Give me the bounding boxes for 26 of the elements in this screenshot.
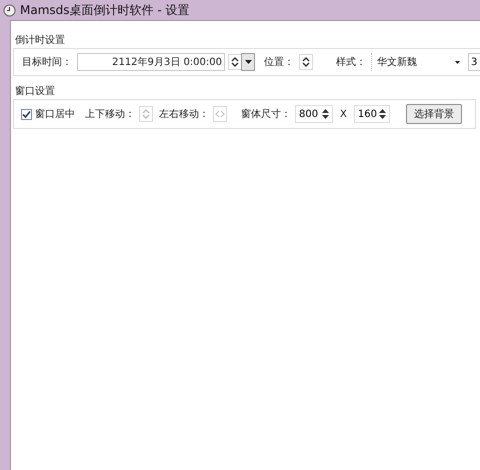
group-title: 窗口设置: [15, 84, 56, 99]
group-title: 倒计时设置: [15, 34, 66, 48]
spinner-arrows-icon[interactable]: [299, 54, 313, 70]
times-sign: X: [340, 108, 347, 122]
spinner-arrows-icon[interactable]: [378, 109, 386, 119]
dropdown-button[interactable]: [241, 53, 255, 71]
width-field[interactable]: 800: [295, 105, 333, 123]
select-background-button[interactable]: 选择背景: [406, 104, 462, 124]
size-field[interactable]: 3: [468, 53, 480, 71]
caret-icon: [244, 60, 252, 64]
field-label: 左右移动：: [159, 108, 209, 122]
field-label: 窗体尺寸：: [241, 108, 291, 122]
font-dropdown[interactable]: 华文新魏: [371, 53, 465, 71]
clock-icon: [3, 4, 16, 16]
spinner-arrows-icon[interactable]: [228, 54, 242, 70]
field-label: 位置：: [264, 56, 295, 70]
field-label: 目标时间：: [22, 56, 73, 70]
window-title: Mamsds桌面倒计时软件 - 设置: [20, 2, 190, 19]
checkbox-label: 窗口居中: [35, 108, 75, 122]
height-field[interactable]: 160: [354, 105, 390, 123]
field-label: 样式：: [336, 56, 367, 70]
caret-icon: [455, 60, 460, 64]
datetime-field[interactable]: 2112年9月3日 0:00:00: [77, 53, 225, 71]
field-label: 上下移动：: [85, 108, 135, 122]
spinner-arrows-icon[interactable]: [322, 109, 329, 119]
checkbox[interactable]: [21, 108, 32, 120]
